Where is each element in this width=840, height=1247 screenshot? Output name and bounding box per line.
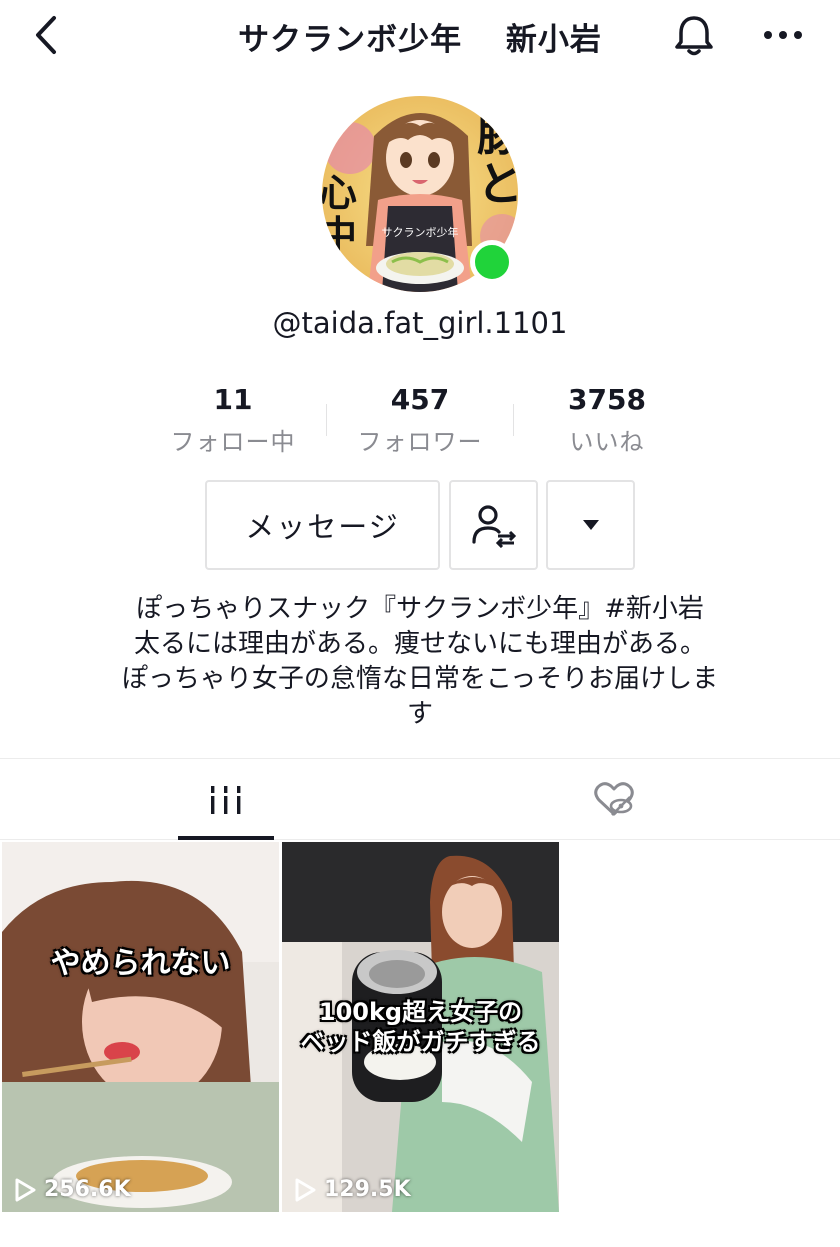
- svg-text:中: 中: [322, 212, 357, 257]
- view-count: 129.5K: [294, 1177, 411, 1202]
- profile-stats: 11 フォロー中 457 フォロワー 3758 いいね: [140, 382, 700, 462]
- bio-line: 太るには理由がある。痩せないにも理由がある。: [133, 629, 706, 659]
- active-tab-indicator: [178, 836, 274, 840]
- stat-likes[interactable]: 3758 いいね: [514, 382, 700, 457]
- notification-button[interactable]: [670, 12, 718, 58]
- liked-hidden-icon: [594, 781, 634, 816]
- followers-label: フォロワー: [357, 428, 483, 456]
- play-icon: [15, 1178, 36, 1201]
- video-thumbnail: [2, 842, 279, 1212]
- caret-down-icon: [582, 520, 599, 530]
- profile-tabs: [0, 758, 840, 840]
- user-swap-icon: [471, 505, 516, 548]
- video-caption-line: ベッド飯がガチすぎる: [300, 1028, 541, 1056]
- video-grid: やめられない 256.6K 100kg超え女子の ベッド飯がガチすぎる 129.…: [0, 842, 840, 1247]
- view-count-value: 129.5K: [324, 1177, 411, 1202]
- online-status-indicator: [470, 240, 514, 284]
- svg-text:心: 心: [322, 170, 357, 215]
- view-count: 256.6K: [14, 1177, 131, 1202]
- svg-text:サクランボ少年: サクランボ少年: [382, 225, 459, 239]
- message-button-label: メッセージ: [245, 510, 400, 544]
- stat-following[interactable]: 11 フォロー中: [140, 382, 326, 457]
- svg-text:豚: 豚: [477, 107, 518, 161]
- play-icon: [295, 1178, 316, 1201]
- profile-bio: ぽっちゃりスナック『サクランボ少年』#新小岩 太るには理由がある。痩せないにも理…: [60, 592, 780, 732]
- title-location: 新小岩: [505, 22, 602, 58]
- svg-text:と: と: [477, 157, 518, 211]
- stat-followers[interactable]: 457 フォロワー: [327, 382, 513, 457]
- likes-count: 3758: [568, 383, 646, 416]
- grid-icon: [211, 785, 241, 814]
- likes-label: いいね: [569, 428, 645, 456]
- more-options-button[interactable]: [760, 18, 806, 52]
- username: @taida.fat_girl.1101: [272, 306, 568, 340]
- more-dots-icon: [764, 31, 802, 39]
- tab-liked[interactable]: [566, 759, 662, 840]
- bio-line: ぽっちゃりスナック『サクランボ少年』#新小岩: [136, 594, 704, 624]
- bio-line: す: [406, 699, 433, 729]
- suggested-accounts-button[interactable]: [546, 480, 635, 570]
- follow-status-button[interactable]: [449, 480, 538, 570]
- following-count: 11: [213, 383, 253, 416]
- video-tile[interactable]: やめられない 256.6K: [2, 842, 279, 1212]
- bell-icon: [675, 16, 713, 56]
- avatar-container[interactable]: サクランボ少年 豚 と 心 中: [322, 96, 518, 292]
- top-bar: サクランボ少年 新小岩: [0, 0, 840, 70]
- message-button[interactable]: メッセージ: [205, 480, 440, 570]
- view-count-value: 256.6K: [44, 1177, 131, 1202]
- video-caption-line: 100kg超え女子の: [318, 998, 523, 1026]
- title-name: サクランボ少年: [238, 22, 463, 58]
- bio-line: ぽっちゃり女子の怠惰な日常をこっそりお届けしま: [121, 664, 719, 694]
- following-label: フォロー中: [170, 428, 296, 456]
- tab-videos[interactable]: [178, 759, 274, 840]
- video-caption: 100kg超え女子の ベッド飯がガチすぎる: [282, 997, 559, 1057]
- followers-count: 457: [390, 383, 450, 416]
- video-caption: やめられない: [50, 946, 231, 981]
- video-tile[interactable]: 100kg超え女子の ベッド飯がガチすぎる 129.5K: [282, 842, 559, 1212]
